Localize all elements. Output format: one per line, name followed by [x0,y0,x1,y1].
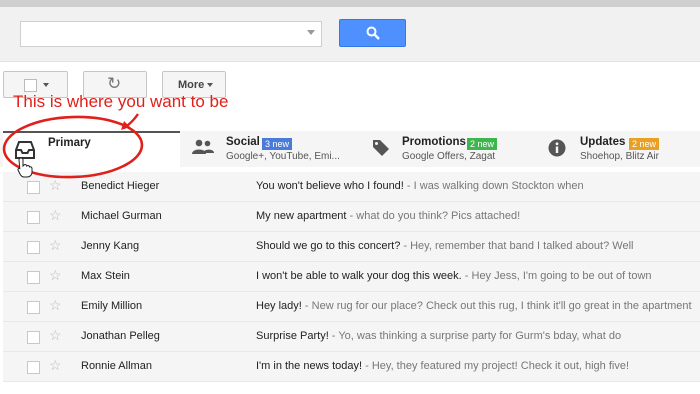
search-icon [366,26,380,40]
email-row[interactable]: ☆ Max Stein I won't be able to walk your… [3,262,700,292]
info-icon [548,139,566,157]
tab-social-badge: 3 new [262,138,293,150]
email-sender: Jenny Kang [81,240,140,252]
more-button-label: More [178,79,205,91]
star-icon[interactable]: ☆ [49,237,62,254]
people-icon [192,139,214,154]
tab-social-label: Social [226,136,260,148]
row-checkbox[interactable] [27,271,40,284]
email-subject-line: You won't believe who I found! - I was w… [256,180,700,192]
email-sender: Jonathan Pelleg [81,330,160,342]
email-subject-line: Surprise Party! - Yo, was thinking a sur… [256,330,700,342]
search-options-caret-icon[interactable] [307,30,315,35]
chevron-down-icon [43,83,49,87]
row-checkbox[interactable] [27,181,40,194]
tag-icon [373,140,389,156]
email-row[interactable]: ☆ Michael Gurman My new apartment - what… [3,202,700,232]
email-subject-line: I won't be able to walk your dog this we… [256,270,700,282]
row-checkbox[interactable] [27,241,40,254]
select-all-checkbox[interactable] [24,79,37,92]
email-subject: I'm in the news today! [256,360,363,372]
email-sender: Emily Million [81,300,143,312]
tab-updates[interactable]: Updates 2 new Shoehop, Blitz Air [534,131,700,167]
email-sender: Michael Gurman [81,210,162,222]
email-row[interactable]: ☆ Ronnie Allman I'm in the news today! -… [3,352,700,382]
email-row[interactable]: ☆ Benedict Hieger You won't believe who … [3,172,700,202]
star-icon[interactable]: ☆ [49,357,62,374]
email-snippet: - Hey Jess, I'm going to be out of town [461,270,652,282]
email-subject-line: My new apartment - what do you think? Pi… [256,210,700,222]
email-snippet: - Hey, remember that band I talked about… [400,240,634,252]
tab-social-sub: Google+, YouTube, Emi... [226,151,340,162]
annotation-text: This is where you want to be [13,92,229,111]
row-checkbox[interactable] [27,211,40,224]
star-icon[interactable]: ☆ [49,207,62,224]
row-checkbox[interactable] [27,331,40,344]
tab-updates-label: Updates [580,136,626,148]
email-subject-line: Should we go to this concert? - Hey, rem… [256,240,700,252]
email-row[interactable]: ☆ Emily Million Hey lady! - New rug for … [3,292,700,322]
search-input[interactable] [20,21,322,47]
email-subject-line: I'm in the news today! - Hey, they featu… [256,360,700,372]
search-button[interactable] [339,19,406,47]
chevron-down-icon [207,83,213,87]
email-subject: Surprise Party! [256,330,329,342]
email-subject: Should we go to this concert? [256,240,401,252]
tab-primary[interactable]: Primary [3,131,180,167]
tab-updates-sub: Shoehop, Blitz Air [580,151,659,162]
row-checkbox[interactable] [27,361,40,374]
email-row[interactable]: ☆ Jenny Kang Should we go to this concer… [3,232,700,262]
email-sender: Max Stein [81,270,130,282]
tab-primary-label: Primary [48,137,91,149]
email-subject: I won't be able to walk your dog this we… [256,270,462,282]
star-icon[interactable]: ☆ [49,297,62,314]
email-snippet: - New rug for our place? Check out this … [301,300,692,312]
tab-social[interactable]: Social 3 new Google+, YouTube, Emi... [180,131,356,167]
email-snippet: - Yo, was thinking a surprise party for … [328,330,622,342]
tab-promotions-badge: 2 new [467,138,498,150]
tab-promotions-sub: Google Offers, Zagat [402,151,496,162]
email-snippet: - Hey, they featured my project! Check i… [362,360,630,372]
email-row[interactable]: ☆ Jonathan Pelleg Surprise Party! - Yo, … [3,322,700,352]
star-icon[interactable]: ☆ [49,267,62,284]
inbox-icon [15,141,35,159]
search-bar-area [0,7,700,62]
window-top-strip [0,0,700,7]
tab-updates-badge: 2 new [629,138,660,150]
email-subject-line: Hey lady! - New rug for our place? Check… [256,300,700,312]
email-snippet: - what do you think? Pics attached! [346,210,521,222]
category-tabs: Primary Social 3 new Google+, YouTube, E… [0,131,700,167]
email-snippet: - I was walking down Stockton when [403,180,584,192]
star-icon[interactable]: ☆ [49,177,62,194]
email-subject: My new apartment [256,210,347,222]
email-sender: Benedict Hieger [81,180,160,192]
email-sender: Ronnie Allman [81,360,152,372]
tab-promotions[interactable]: Promotions 2 new Google Offers, Zagat [356,131,534,167]
email-subject: You won't believe who I found! [256,180,404,192]
row-checkbox[interactable] [27,301,40,314]
annotation-arrow-icon [123,113,139,129]
refresh-icon: ↻ [107,74,122,93]
email-subject: Hey lady! [256,300,302,312]
star-icon[interactable]: ☆ [49,327,62,344]
tab-promotions-label: Promotions [402,136,466,148]
